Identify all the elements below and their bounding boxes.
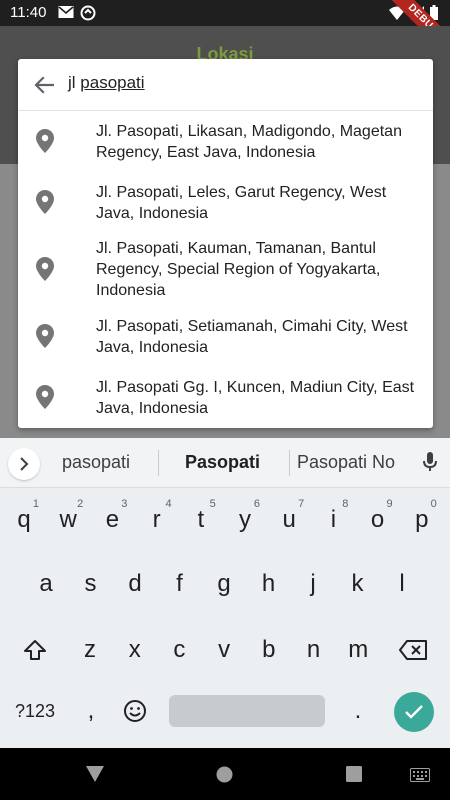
key-u[interactable]: 7u — [269, 494, 309, 546]
backspace-icon[interactable] — [393, 624, 433, 676]
comma-key[interactable]: , — [71, 685, 111, 737]
data-saver-icon — [80, 5, 96, 26]
key-r[interactable]: 4r — [137, 494, 177, 546]
enter-check-icon[interactable] — [394, 692, 434, 732]
key-g[interactable]: g — [204, 558, 244, 610]
key-f[interactable]: f — [160, 558, 200, 610]
key-hint: 9 — [386, 498, 393, 510]
result-text: Jl. Pasopati Gg. I, Kuncen, Madiun City,… — [96, 378, 415, 417]
key-hint: 4 — [165, 498, 172, 510]
mail-icon — [58, 5, 74, 26]
key-label: y — [239, 506, 251, 533]
key-h[interactable]: h — [249, 558, 289, 610]
status-time: 11:40 — [10, 4, 47, 21]
key-q[interactable]: 1q — [4, 494, 44, 546]
key-label: q — [17, 506, 31, 533]
key-label: w — [59, 506, 77, 533]
key-hint: 5 — [209, 498, 216, 510]
key-label: p — [415, 506, 429, 533]
key-hint: 0 — [430, 498, 437, 510]
key-m[interactable]: m — [338, 624, 378, 676]
suggestion-2[interactable]: Pasopati — [185, 452, 260, 473]
soft-keyboard: pasopati Pasopati Pasopati No 1q2w3e4r5t… — [0, 438, 450, 748]
key-i[interactable]: 8i — [313, 494, 353, 546]
suggestion-3[interactable]: Pasopati No — [297, 452, 395, 473]
key-x[interactable]: x — [115, 624, 155, 676]
search-result-item[interactable]: Jl. Pasopati, Leles, Garut Regency, West… — [18, 172, 433, 233]
key-s[interactable]: s — [71, 558, 111, 610]
suggestion-divider — [289, 450, 290, 476]
key-label: t — [197, 506, 205, 533]
key-n[interactable]: n — [294, 624, 334, 676]
key-z[interactable]: z — [70, 624, 110, 676]
system-nav-bar — [0, 748, 450, 800]
result-text: Jl. Pasopati, Setiamanah, Cimahi City, W… — [96, 317, 408, 356]
search-result-item[interactable]: Jl. Pasopati, Kauman, Tamanan, Bantul Re… — [18, 233, 433, 306]
key-w[interactable]: 2w — [48, 494, 88, 546]
space-key[interactable] — [169, 695, 325, 727]
key-hint: 6 — [253, 498, 260, 510]
home-circle-icon[interactable] — [216, 766, 233, 788]
search-row: jl pasopati — [18, 59, 433, 111]
query-prefix: jl — [68, 73, 81, 92]
key-hint: 1 — [32, 498, 39, 510]
chevron-right-icon[interactable] — [8, 448, 40, 480]
key-p[interactable]: 0p — [402, 494, 442, 546]
place-search-dialog: jl pasopati Jl. Pasopati, Likasan, Madig… — [18, 59, 433, 428]
location-pin-icon — [36, 256, 58, 283]
key-a[interactable]: a — [26, 558, 66, 610]
result-text: Jl. Pasopati, Likasan, Madigondo, Mageta… — [96, 122, 402, 161]
period-key[interactable]: . — [338, 685, 378, 737]
suggestion-bar: pasopati Pasopati Pasopati No — [0, 438, 450, 488]
key-hint: 2 — [77, 498, 84, 510]
key-hint: 3 — [121, 498, 128, 510]
location-pin-icon — [36, 128, 58, 155]
location-pin-icon — [36, 189, 58, 216]
key-k[interactable]: k — [338, 558, 378, 610]
search-result-item[interactable]: Jl. Pasopati Gg. I, Kuncen, Madiun City,… — [18, 367, 433, 428]
location-pin-icon — [36, 384, 58, 411]
key-l[interactable]: l — [382, 558, 422, 610]
emoji-icon[interactable] — [115, 685, 155, 737]
key-o[interactable]: 9o — [358, 494, 398, 546]
key-hint: 8 — [342, 498, 349, 510]
key-v[interactable]: v — [204, 624, 244, 676]
suggestion-divider — [158, 450, 159, 476]
back-arrow-icon[interactable] — [30, 71, 58, 99]
key-e[interactable]: 3e — [92, 494, 132, 546]
key-label: o — [370, 506, 385, 533]
key-t[interactable]: 5t — [181, 494, 221, 546]
result-text: Jl. Pasopati, Kauman, Tamanan, Bantul Re… — [96, 240, 381, 299]
recents-square-icon[interactable] — [346, 766, 362, 787]
result-text: Jl. Pasopati, Leles, Garut Regency, West… — [96, 183, 387, 222]
key-hint: 7 — [298, 498, 305, 510]
key-y[interactable]: 6y — [225, 494, 265, 546]
keyboard-switcher-icon[interactable] — [410, 768, 430, 787]
search-result-item[interactable]: Jl. Pasopati, Likasan, Madigondo, Mageta… — [18, 111, 433, 172]
key-label: e — [105, 506, 120, 533]
key-d[interactable]: d — [115, 558, 155, 610]
search-result-item[interactable]: Jl. Pasopati, Setiamanah, Cimahi City, W… — [18, 306, 433, 367]
search-input[interactable]: jl pasopati — [68, 73, 418, 97]
shift-icon[interactable] — [15, 624, 55, 676]
key-b[interactable]: b — [249, 624, 289, 676]
search-results: Jl. Pasopati, Likasan, Madigondo, Mageta… — [18, 111, 433, 428]
location-pin-icon — [36, 323, 58, 350]
query-composing: pasopati — [80, 73, 145, 92]
key-label: u — [282, 506, 296, 533]
status-bar: 11:40 DEBUG — [0, 0, 450, 65]
key-label: r — [152, 506, 161, 533]
microphone-icon[interactable] — [422, 451, 438, 478]
back-triangle-icon[interactable] — [86, 766, 104, 787]
key-label: i — [330, 506, 337, 533]
key-c[interactable]: c — [159, 624, 199, 676]
symbols-key[interactable]: ?123 — [10, 685, 60, 737]
key-j[interactable]: j — [293, 558, 333, 610]
suggestion-1[interactable]: pasopati — [62, 452, 130, 473]
